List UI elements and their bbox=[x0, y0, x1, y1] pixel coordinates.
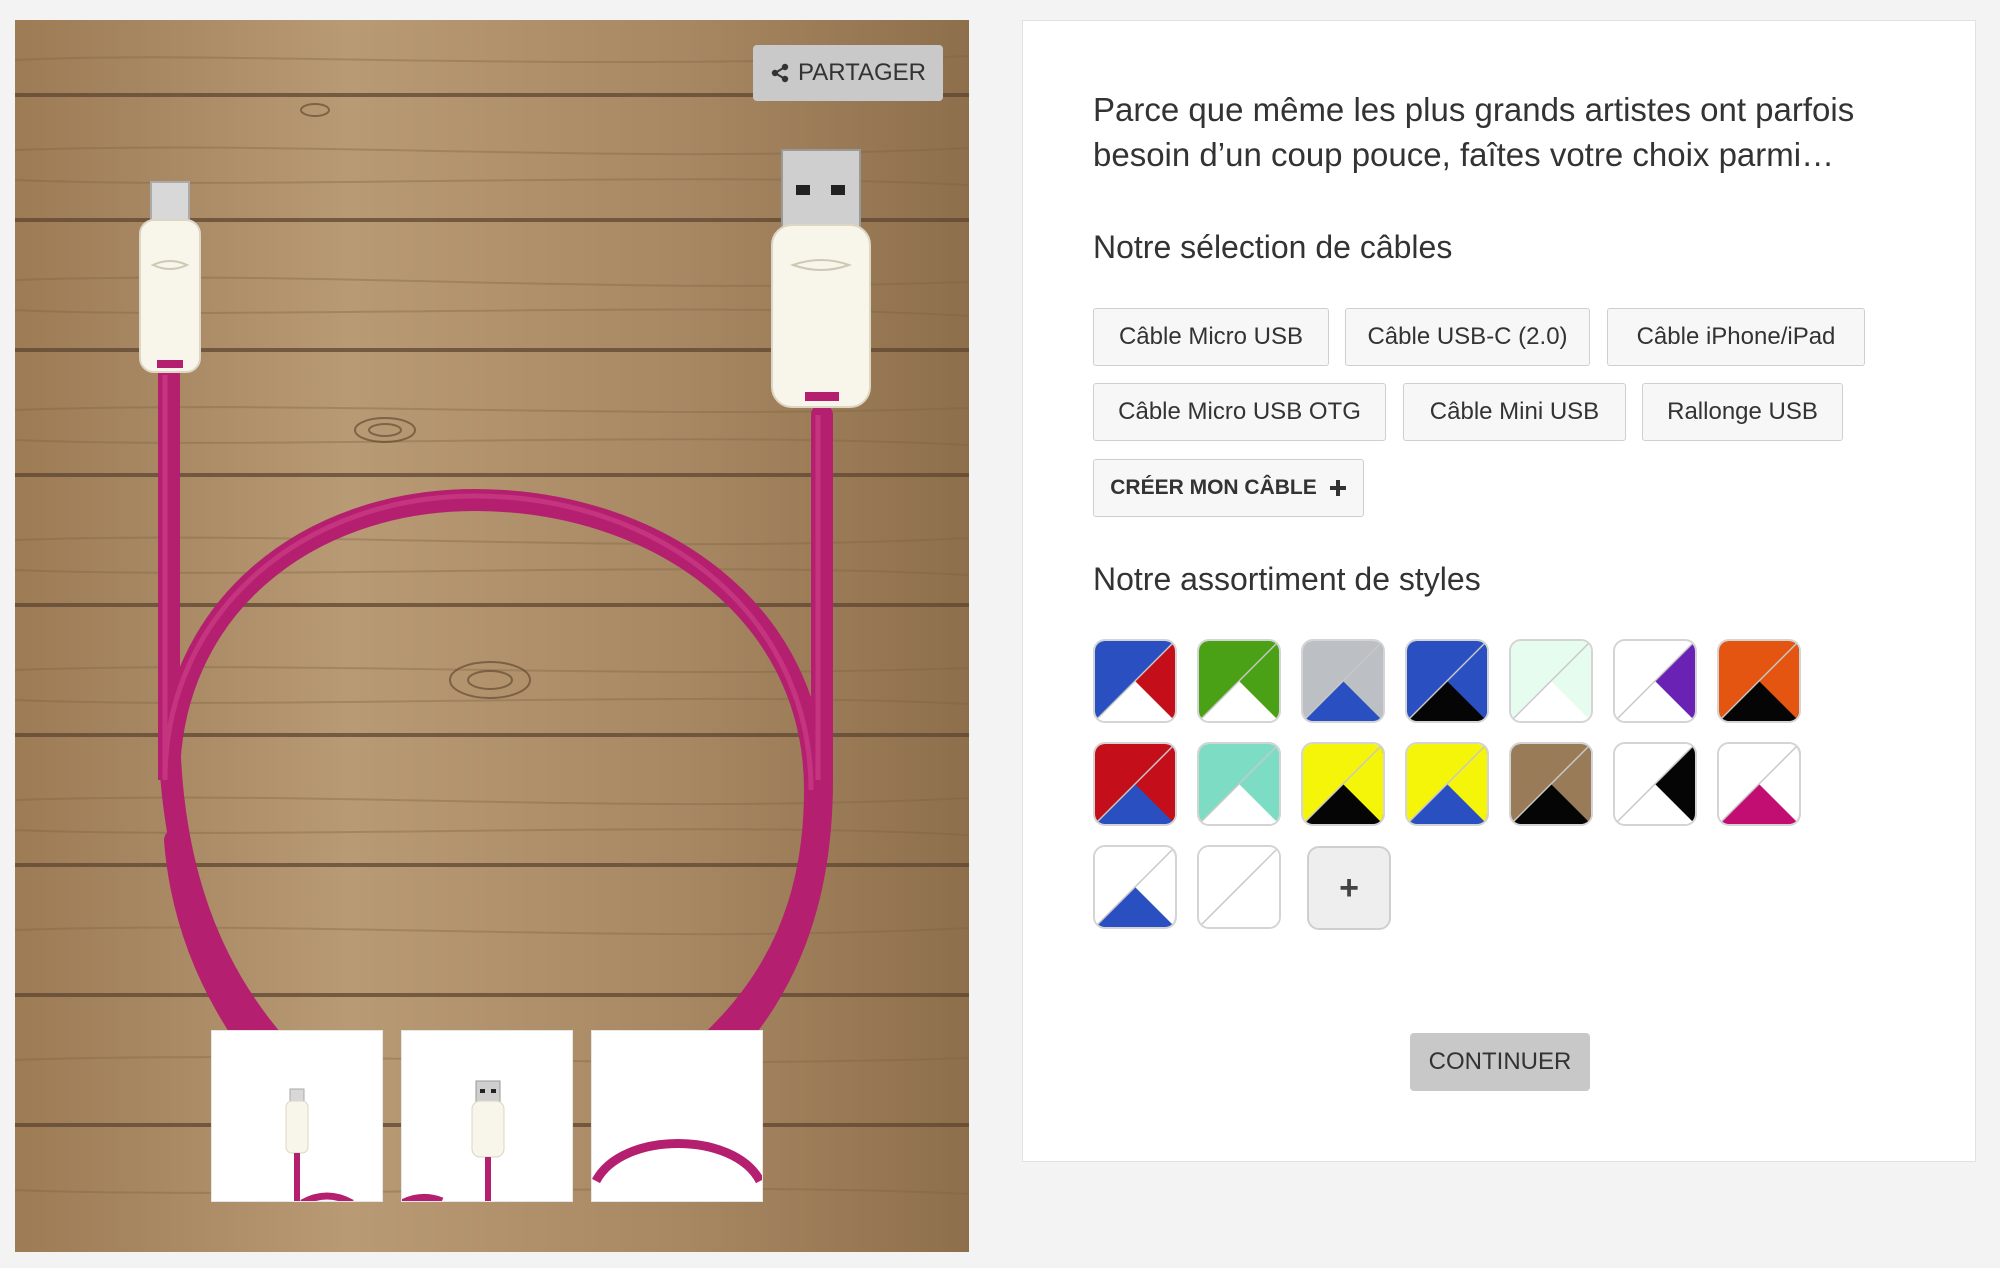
style-swatch[interactable] bbox=[1509, 742, 1593, 826]
thumbnail-usb-connector[interactable] bbox=[401, 1030, 573, 1202]
style-swatch[interactable] bbox=[1093, 742, 1177, 826]
create-cable-button[interactable]: CRÉER MON CÂBLE bbox=[1093, 459, 1364, 517]
style-swatch[interactable] bbox=[1509, 639, 1593, 723]
styles-section-title: Notre assortiment de styles bbox=[1093, 561, 1481, 597]
style-swatch[interactable] bbox=[1717, 639, 1801, 723]
style-swatch[interactable] bbox=[1197, 639, 1281, 723]
thumbnail-strip bbox=[211, 1030, 763, 1202]
style-swatch[interactable] bbox=[1405, 742, 1489, 826]
add-style-button[interactable]: + bbox=[1307, 846, 1391, 930]
create-cable-label: CRÉER MON CÂBLE bbox=[1110, 476, 1317, 499]
cables-section-title: Notre sélection de câbles bbox=[1093, 229, 1453, 265]
style-swatch[interactable] bbox=[1613, 742, 1697, 826]
cable-option-usb-c[interactable]: Câble USB-C (2.0) bbox=[1345, 308, 1590, 366]
style-swatch[interactable] bbox=[1717, 742, 1801, 826]
style-swatch[interactable] bbox=[1197, 742, 1281, 826]
cable-option-micro-usb[interactable]: Câble Micro USB bbox=[1093, 308, 1329, 366]
share-icon bbox=[771, 63, 789, 83]
style-swatch[interactable] bbox=[1301, 742, 1385, 826]
style-swatch[interactable] bbox=[1301, 639, 1385, 723]
configuration-panel: Parce que même les plus grands artistes … bbox=[1022, 20, 1976, 1162]
intro-text: Parce que même les plus grands artistes … bbox=[1093, 91, 1855, 173]
thumbnail-lightning-connector[interactable] bbox=[211, 1030, 383, 1202]
cable-option-usb-extension[interactable]: Rallonge USB bbox=[1642, 383, 1843, 441]
style-swatch[interactable] bbox=[1405, 639, 1489, 723]
share-label: PARTAGER bbox=[797, 59, 927, 86]
style-swatch[interactable] bbox=[1613, 639, 1697, 723]
plus-icon bbox=[1329, 480, 1346, 496]
cable-option-mini-usb[interactable]: Câble Mini USB bbox=[1403, 383, 1626, 441]
style-swatch[interactable] bbox=[1197, 845, 1281, 929]
thumbnail-cable-loop[interactable] bbox=[591, 1030, 763, 1202]
cable-option-micro-usb-otg[interactable]: Câble Micro USB OTG bbox=[1093, 383, 1386, 441]
style-swatch[interactable] bbox=[1093, 639, 1177, 723]
product-viewer: PARTAGER bbox=[15, 20, 969, 1252]
style-swatch[interactable] bbox=[1093, 845, 1177, 929]
share-button[interactable]: PARTAGER bbox=[753, 45, 943, 101]
cable-option-iphone-ipad[interactable]: Câble iPhone/iPad bbox=[1607, 308, 1865, 366]
continue-button[interactable]: CONTINUER bbox=[1410, 1033, 1590, 1091]
